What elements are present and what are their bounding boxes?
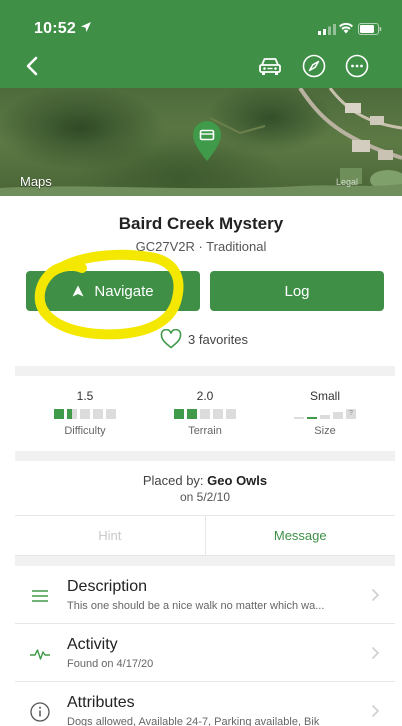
size-bar <box>307 417 317 419</box>
size-bar <box>320 415 330 419</box>
activity-title: Activity <box>67 636 118 653</box>
difficulty-label: Difficulty <box>64 425 106 437</box>
chevron-right-icon <box>371 588 380 602</box>
status-bar: 10:52 <box>0 0 402 44</box>
size-value: Small <box>309 389 340 403</box>
log-button-label: Log <box>284 282 310 300</box>
description-row[interactable]: Description This one should be a nice wa… <box>15 566 395 624</box>
hint-button[interactable]: Hint <box>15 516 206 555</box>
list-icon <box>32 590 48 602</box>
signal-icon <box>318 24 336 35</box>
size-label: Size <box>314 425 336 437</box>
rating-square <box>93 409 103 419</box>
placed-date: on 5/2/10 <box>179 490 231 504</box>
heart-icon <box>160 329 182 349</box>
section-divider <box>15 451 395 461</box>
section-divider <box>15 366 395 376</box>
difficulty-value: 1.5 <box>76 389 94 403</box>
terrain-label: Terrain <box>188 425 222 437</box>
hint-message-tabs: Hint Message <box>15 515 395 556</box>
battery-icon <box>358 23 382 35</box>
rating-square <box>200 409 210 419</box>
cache-code-type: GC27V2R · Traditional <box>135 239 267 254</box>
map-legal-link[interactable]: Legal <box>336 177 358 187</box>
rating-square <box>213 409 223 419</box>
wifi-icon <box>339 22 353 34</box>
location-arrow-icon <box>81 22 91 32</box>
attributes-row[interactable]: Attributes Dogs allowed, Available 24-7,… <box>15 682 395 726</box>
rating-square <box>54 409 64 419</box>
difficulty-rating <box>30 409 140 419</box>
size-bar <box>333 412 343 419</box>
description-preview: This one should be a nice walk no matter… <box>67 600 325 612</box>
favorites[interactable]: 3 favorites <box>160 329 248 349</box>
rating-square <box>174 409 184 419</box>
size-stat: Small ? Size <box>270 378 380 437</box>
difficulty-stat: 1.5 Difficulty <box>30 378 140 437</box>
navigation-arrow-icon <box>72 285 84 297</box>
message-button[interactable]: Message <box>206 516 396 555</box>
info-icon <box>30 702 50 722</box>
owner-name[interactable]: Geo Owls <box>207 473 267 488</box>
rating-square <box>226 409 236 419</box>
cache-title: Baird Creek Mystery <box>118 214 284 233</box>
terrain-stat: 2.0 Terrain <box>150 378 260 437</box>
activity-row[interactable]: Activity Found on 4/17/20 <box>15 624 395 682</box>
section-divider <box>15 556 395 566</box>
navigate-button[interactable]: Navigate <box>26 271 200 311</box>
rating-square <box>80 409 90 419</box>
size-bar <box>294 417 304 419</box>
rating-square <box>67 409 77 419</box>
nav-bar <box>0 44 402 88</box>
map-preview[interactable]: Maps Legal <box>0 88 402 196</box>
activity-icon <box>30 649 50 660</box>
compass-icon[interactable] <box>302 54 326 78</box>
log-button[interactable]: Log <box>210 271 384 311</box>
chevron-right-icon <box>371 646 380 660</box>
size-unknown-icon: ? <box>346 409 356 419</box>
placed-by-prefix: Placed by: <box>142 473 204 488</box>
navigate-button-label: Navigate <box>94 282 154 300</box>
map-pin-icon[interactable] <box>190 118 224 162</box>
terrain-rating <box>150 409 260 419</box>
car-icon[interactable] <box>257 55 283 77</box>
description-title: Description <box>67 578 148 595</box>
back-chevron-icon[interactable] <box>22 55 44 77</box>
status-time: 10:52 <box>34 20 76 37</box>
activity-summary: Found on 4/17/20 <box>67 658 154 670</box>
rating-square <box>187 409 197 419</box>
attributes-summary: Dogs allowed, Available 24-7, Parking av… <box>67 716 320 726</box>
attributes-title: Attributes <box>67 694 135 711</box>
placed-by-line: Placed by: Geo Owls <box>15 473 395 488</box>
placed-by: Placed by: Geo Owls on 5/2/10 <box>15 461 395 515</box>
terrain-value: 2.0 <box>196 389 214 403</box>
rating-square <box>106 409 116 419</box>
cache-stats: 1.5 Difficulty 2.0 Terrain Small ? Size <box>15 378 395 451</box>
chevron-right-icon <box>371 704 380 718</box>
favorites-count: 3 favorites <box>188 331 248 347</box>
maps-attribution: Maps <box>20 174 52 189</box>
more-options-icon[interactable] <box>345 54 369 78</box>
size-rating: ? <box>270 409 380 419</box>
